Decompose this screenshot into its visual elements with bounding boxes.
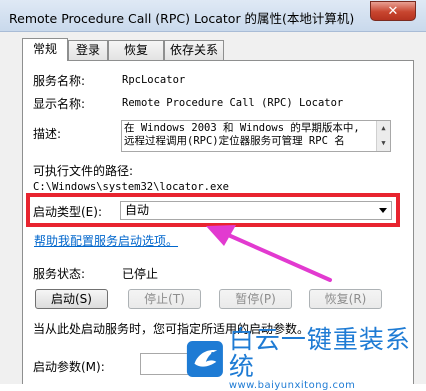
tab-logon[interactable]: 登录 <box>68 40 108 60</box>
description-box[interactable]: 在 Windows 2003 和 Windows 的早期版本中, 远程过程调用(… <box>121 120 391 152</box>
description-scrollbar[interactable]: ▲ ▼ <box>376 121 390 151</box>
tab-logon-label: 登录 <box>75 43 100 57</box>
description-label: 描述: <box>33 127 62 141</box>
window-title: Remote Procedure Call (RPC) Locator 的属性(… <box>9 11 355 26</box>
title-bar: Remote Procedure Call (RPC) Locator 的属性(… <box>0 0 426 32</box>
service-status-value: 已停止 <box>122 267 159 281</box>
start-params-label: 启动参数(M): <box>33 360 105 374</box>
stop-button[interactable]: 停止(T) <box>128 289 201 309</box>
startup-type-select[interactable]: 自动 <box>120 201 392 220</box>
exe-path-value: C:\Windows\system32\locator.exe <box>33 181 229 193</box>
watermark-title: 白云一键重装系统 <box>228 325 411 381</box>
tab-dependencies-label: 依存关系 <box>169 43 218 57</box>
tab-recovery-label: 恢复 <box>123 43 148 57</box>
chevron-down-icon <box>379 208 387 213</box>
watermark-bird-logo-icon <box>186 340 223 377</box>
help-configure-link[interactable]: 帮助我配置服务启动选项。 <box>34 232 178 249</box>
close-button[interactable]: ✕ <box>370 1 416 21</box>
tab-recovery[interactable]: 恢复 <box>108 40 164 60</box>
display-name-label: 显示名称: <box>33 97 86 111</box>
watermark-url: www.baiyunxitong.com <box>228 380 356 391</box>
scroll-up-icon[interactable]: ▲ <box>377 122 390 135</box>
exe-path-label: 可执行文件的路径: <box>33 164 134 178</box>
service-name-label: 服务名称: <box>33 74 86 88</box>
display-name-value: Remote Procedure Call (RPC) Locator <box>122 97 344 109</box>
startup-type-value: 自动 <box>125 203 150 217</box>
close-icon: ✕ <box>387 3 399 19</box>
description-line-2: 远程过程调用(RPC)定位器服务可管理 RPC 名 <box>124 135 345 147</box>
watermark: 白云一键重装系统 www.baiyunxitong.com <box>185 326 426 391</box>
startup-type-label: 启动类型(E): <box>33 205 102 219</box>
tab-general[interactable]: 常规 <box>22 38 68 61</box>
tab-general-label: 常规 <box>32 42 57 56</box>
resume-button[interactable]: 恢复(R) <box>309 289 382 309</box>
pause-button[interactable]: 暂停(P) <box>219 289 292 309</box>
start-button[interactable]: 启动(S) <box>35 289 108 309</box>
service-status-label: 服务状态: <box>33 267 86 281</box>
tab-dependencies[interactable]: 依存关系 <box>164 40 224 60</box>
scroll-down-icon[interactable]: ▼ <box>377 137 390 150</box>
service-name-value: RpcLocator <box>122 74 186 86</box>
description-line-1: 在 Windows 2003 和 Windows 的早期版本中, <box>124 122 360 134</box>
